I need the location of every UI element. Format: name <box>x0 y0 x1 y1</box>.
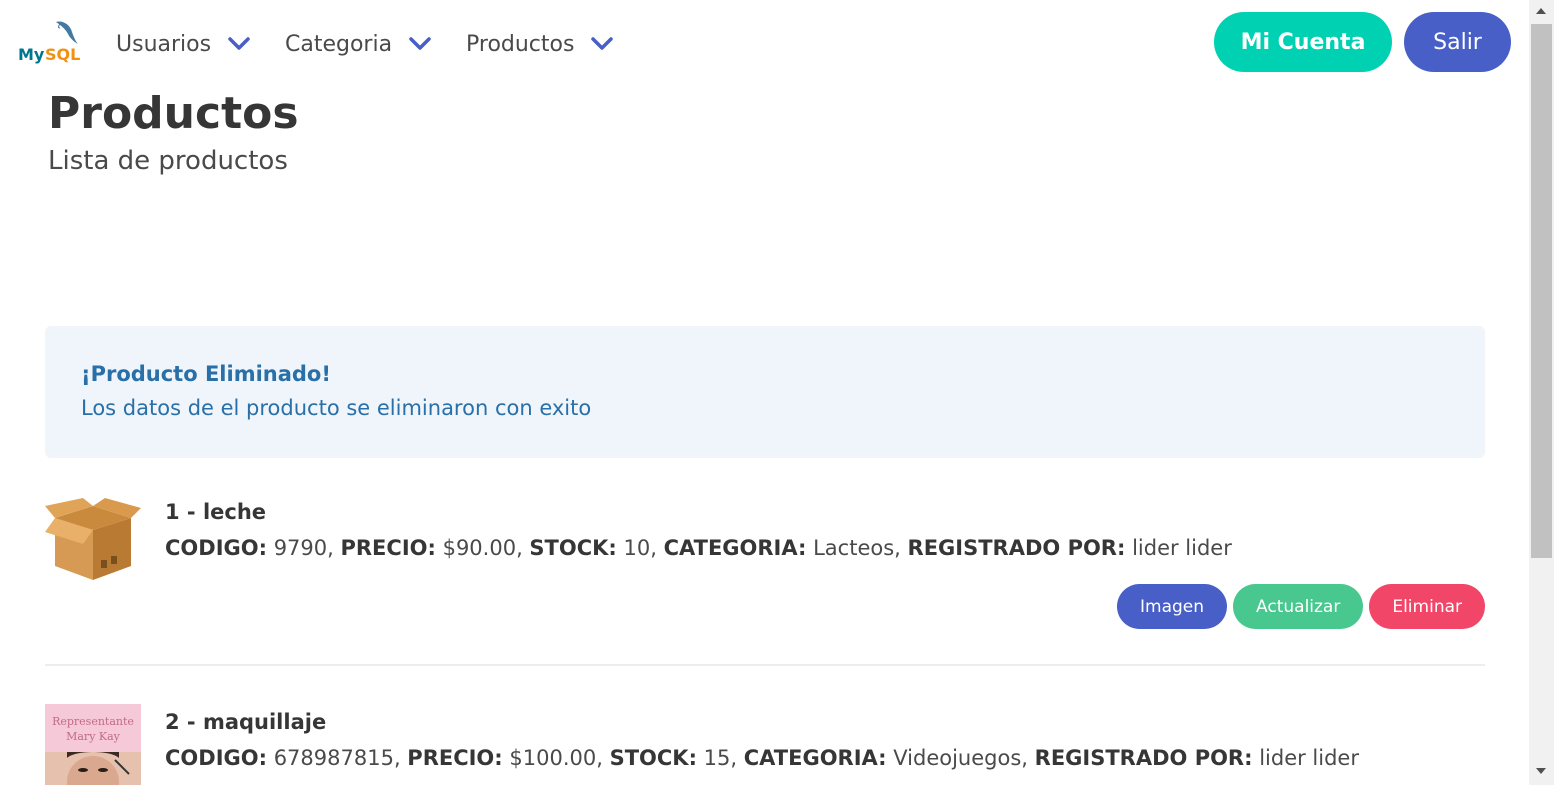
nav-productos[interactable]: Productos <box>466 28 614 60</box>
my-account-button[interactable]: Mi Cuenta <box>1214 12 1392 72</box>
page-title: Productos <box>48 88 299 139</box>
product-item: Representante Mary Kay 2 - maquillaje CO… <box>45 704 1485 785</box>
scrollbar-thumb[interactable] <box>1531 24 1552 558</box>
product-details: CODIGO: 9790, PRECIO: $90.00, STOCK: 10,… <box>165 536 1232 560</box>
product-image: Representante Mary Kay <box>45 704 141 785</box>
registrado-value: lider lider <box>1259 746 1359 770</box>
image-button[interactable]: Imagen <box>1117 584 1228 629</box>
product-title: 1 - leche <box>165 500 267 524</box>
registrado-label: REGISTRADO POR: <box>1034 746 1253 770</box>
nav-categoria[interactable]: Categoria <box>285 28 432 60</box>
update-button[interactable]: Actualizar <box>1233 584 1364 629</box>
cardboard-box-icon <box>45 498 141 580</box>
product-details: CODIGO: 678987815, PRECIO: $100.00, STOC… <box>165 746 1359 770</box>
categoria-label: CATEGORIA: <box>663 536 807 560</box>
scroll-up-arrow-icon[interactable] <box>1536 8 1546 14</box>
nav-usuarios[interactable]: Usuarios <box>116 28 251 60</box>
svg-text:SQL: SQL <box>45 45 80 64</box>
scroll-down-arrow-icon[interactable] <box>1536 768 1546 774</box>
stock-label: STOCK: <box>529 536 617 560</box>
chevron-down-icon <box>591 37 614 50</box>
product-image <box>45 498 141 594</box>
nav-categoria-label: Categoria <box>285 31 393 57</box>
page-subtitle: Lista de productos <box>48 146 288 176</box>
notification-title: ¡Producto Eliminado! <box>81 362 331 386</box>
codigo-value: 9790 <box>273 536 328 560</box>
product-image-caption: Representante Mary Kay <box>45 704 141 752</box>
precio-label: PRECIO: <box>407 746 503 770</box>
registrado-value: lider lider <box>1132 536 1232 560</box>
precio-value: $90.00 <box>442 536 517 560</box>
registrado-label: REGISTRADO POR: <box>907 536 1126 560</box>
categoria-value: Videojuegos <box>893 746 1022 770</box>
codigo-label: CODIGO: <box>165 746 267 770</box>
precio-label: PRECIO: <box>340 536 436 560</box>
stock-value: 10 <box>623 536 651 560</box>
product-item: 1 - leche CODIGO: 9790, PRECIO: $90.00, … <box>45 498 1485 638</box>
categoria-label: CATEGORIA: <box>743 746 887 770</box>
stock-value: 15 <box>703 746 731 770</box>
chevron-down-icon <box>409 37 431 50</box>
product-actions: Imagen Actualizar Eliminar <box>1117 584 1485 629</box>
precio-value: $100.00 <box>509 746 597 770</box>
stock-label: STOCK: <box>609 746 697 770</box>
navbar: My SQL Usuarios Categoria Productos Mi C… <box>0 0 1529 88</box>
nav-productos-label: Productos <box>466 31 575 57</box>
chevron-down-icon <box>228 37 250 50</box>
categoria-value: Lacteos <box>813 536 895 560</box>
notification-message: Los datos de el producto se eliminaron c… <box>81 396 592 420</box>
success-notification: ¡Producto Eliminado! Los datos de el pro… <box>45 326 1485 458</box>
divider <box>45 664 1485 666</box>
mysql-logo[interactable]: My SQL <box>16 18 82 64</box>
face-illustration <box>45 752 141 785</box>
codigo-label: CODIGO: <box>165 536 267 560</box>
logout-button[interactable]: Salir <box>1404 12 1511 72</box>
svg-text:My: My <box>18 45 45 64</box>
product-title: 2 - maquillaje <box>165 710 327 734</box>
delete-button[interactable]: Eliminar <box>1369 584 1485 629</box>
nav-usuarios-label: Usuarios <box>116 31 212 57</box>
codigo-value: 678987815 <box>273 746 394 770</box>
